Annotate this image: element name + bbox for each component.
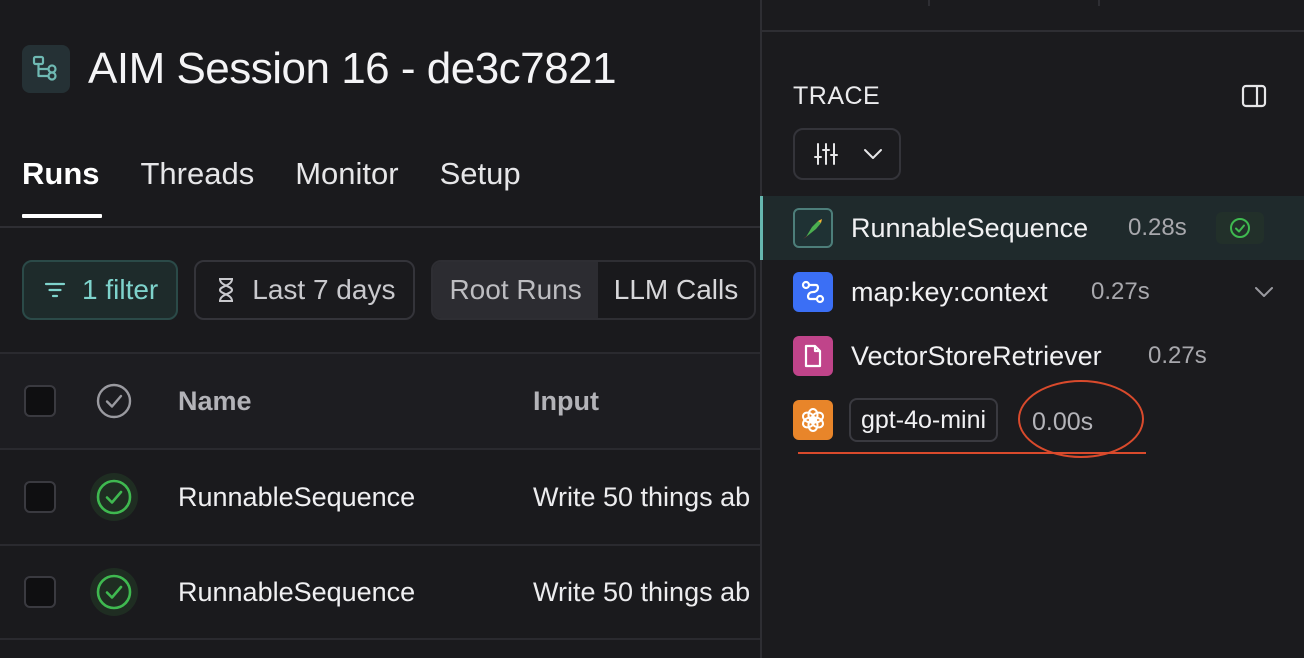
title-row: AIM Session 16 - de3c7821 (22, 44, 617, 94)
trace-node-runnable-sequence[interactable]: RunnableSequence 0.28s (760, 196, 1304, 260)
openai-icon (793, 400, 833, 440)
runs-table: Name Input RunnableSequence Write 50 thi… (0, 352, 760, 640)
project-tree-icon (22, 45, 70, 93)
tabs-divider (0, 226, 760, 228)
run-type-toggle: Root Runs LLM Calls (431, 260, 757, 320)
toggle-panel-icon[interactable] (1240, 82, 1268, 110)
annotation-circle (1018, 380, 1144, 458)
date-range-label: Last 7 days (252, 274, 396, 305)
tab-monitor[interactable]: Monitor (295, 156, 398, 218)
success-check-icon (1230, 218, 1250, 238)
project-tabs: Runs Threads Monitor Setup (22, 156, 521, 218)
chevron-down-icon (864, 149, 882, 159)
annotation-underline (798, 452, 1146, 454)
trace-filter-dropdown[interactable] (793, 128, 901, 180)
column-header-name[interactable]: Name (178, 386, 252, 417)
tab-threads[interactable]: Threads (141, 156, 255, 218)
trace-panel: TRACE RunnableSequence 0.28s map:key:con… (760, 0, 1304, 658)
run-name: RunnableSequence (178, 481, 416, 512)
segment-llm-calls[interactable]: LLM Calls (598, 262, 754, 318)
tab-runs[interactable]: Runs (22, 156, 101, 218)
node-name: RunnableSequence (851, 212, 1089, 243)
success-check-icon (90, 473, 138, 521)
row-checkbox[interactable] (24, 576, 56, 608)
llm-model-tag: gpt-4o-mini (849, 398, 999, 442)
filter-icon (44, 282, 66, 298)
node-duration: 0.28s (1128, 214, 1187, 241)
success-badge (1216, 212, 1264, 244)
table-row[interactable]: RunnableSequence Write 50 things ab (0, 448, 760, 544)
filter-button[interactable]: 1 filter (22, 260, 179, 320)
filter-bar: 1 filter Last 7 days Root Runs LLM Calls (22, 260, 757, 320)
chevron-down-icon[interactable] (1252, 280, 1276, 304)
success-check-icon (90, 568, 138, 616)
run-input: Write 50 things ab (533, 481, 751, 512)
map-icon (793, 272, 833, 312)
trace-node-vector-store-retriever[interactable]: VectorStoreRetriever 0.27s (762, 324, 1304, 388)
run-input: Write 50 things ab (533, 576, 751, 607)
node-duration: 0.27s (1148, 342, 1207, 369)
status-column-icon (90, 377, 138, 425)
runs-main-pane: AIM Session 16 - de3c7821 Runs Threads M… (0, 0, 760, 658)
sliders-icon (814, 143, 838, 165)
page-title: AIM Session 16 - de3c7821 (88, 44, 617, 93)
select-all-checkbox[interactable] (24, 385, 56, 417)
row-checkbox[interactable] (24, 481, 56, 513)
table-row[interactable]: RunnableSequence Write 50 things ab (0, 544, 760, 640)
run-name: RunnableSequence (178, 576, 416, 607)
column-header-input[interactable]: Input (533, 386, 599, 417)
filter-label: 1 filter (82, 274, 159, 305)
trace-panel-topbar (762, 0, 1304, 32)
trace-heading: TRACE (793, 82, 881, 110)
tab-setup[interactable]: Setup (440, 156, 521, 218)
parrot-icon (793, 208, 833, 248)
hourglass-icon (219, 278, 234, 302)
document-icon (793, 336, 833, 376)
date-range-button[interactable]: Last 7 days (194, 260, 416, 320)
node-name: map:key:context (851, 276, 1048, 307)
table-header-row: Name Input (0, 352, 760, 448)
topbar-divider (1098, 0, 1100, 6)
node-name: VectorStoreRetriever (851, 340, 1102, 371)
node-duration: 0.27s (1091, 278, 1150, 305)
topbar-divider (928, 0, 930, 6)
segment-root-runs[interactable]: Root Runs (433, 262, 598, 318)
trace-node-map-key-context[interactable]: map:key:context 0.27s (762, 260, 1304, 324)
